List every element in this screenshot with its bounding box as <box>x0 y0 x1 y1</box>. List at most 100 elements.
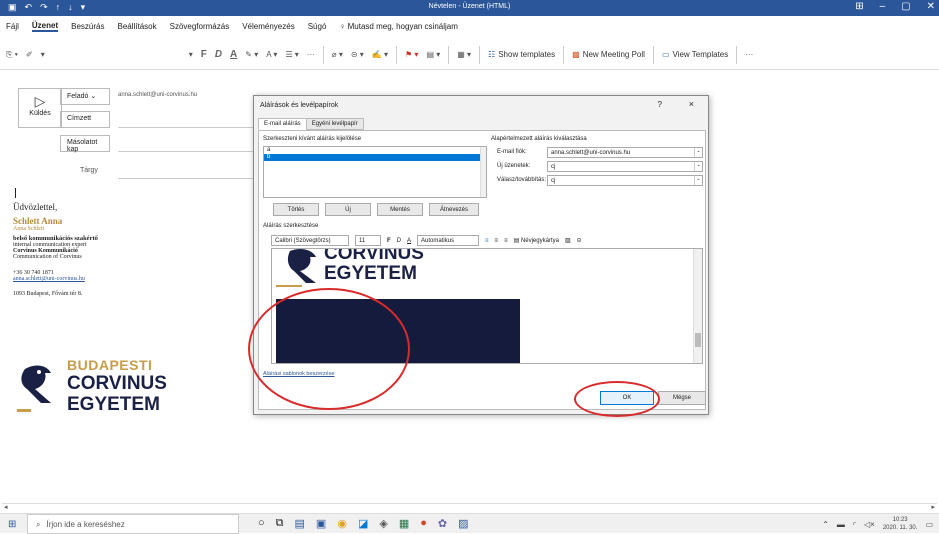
excel-icon[interactable]: ▦ <box>399 517 409 530</box>
raven-icon <box>17 365 51 412</box>
chevron-up-icon[interactable]: ⌃ <box>822 520 829 529</box>
signature-icon[interactable]: ✍ ▾ <box>372 50 388 59</box>
attach-icon[interactable]: ⌀ ▾ <box>332 50 343 59</box>
search-placeholder: Írjon ide a kereséshez <box>46 520 125 529</box>
italic-icon[interactable]: D <box>397 238 401 244</box>
font-select[interactable]: Calibri (Szövegtörzs) <box>271 235 349 246</box>
bold-icon[interactable]: F <box>387 238 391 244</box>
from-button[interactable]: Feladó ⌄ <box>60 88 110 105</box>
ribbon-options-icon[interactable]: ⊞ <box>855 1 863 12</box>
teams-icon[interactable]: ✿ <box>438 517 447 530</box>
scroll-left-icon[interactable]: ◂ <box>4 503 8 511</box>
menu-help[interactable]: Súgó <box>308 22 327 31</box>
paste-icon[interactable]: ⎘ ▾ <box>6 50 18 60</box>
help-button[interactable]: ? <box>658 100 662 109</box>
taskbar-search[interactable]: ⌕ Írjon ide a kereséshez <box>27 514 239 534</box>
align-center-icon[interactable]: ≡ <box>495 238 499 244</box>
default-signature-section: E-mail fiók: anna.schlett@uni-corvinus.h… <box>491 146 703 188</box>
font-name-box[interactable]: ▾ <box>41 50 181 59</box>
bold-icon[interactable]: F <box>201 49 207 60</box>
new-meeting-poll-button[interactable]: ▩ New Meeting Poll <box>572 50 645 59</box>
list-item-selected[interactable]: b <box>264 154 486 161</box>
chevron-down-icon: ⌄ <box>694 162 702 171</box>
new-messages-select[interactable]: cj ⌄ <box>547 161 703 172</box>
list-scrollbar[interactable] <box>480 147 486 197</box>
close-button[interactable]: ✕ <box>927 1 935 12</box>
cc-button[interactable]: Másolatot kap <box>60 135 110 153</box>
rename-button[interactable]: Átnevezés <box>429 203 479 216</box>
dialog-close-button[interactable]: × <box>689 99 694 109</box>
highlight-icon[interactable]: ✎ ▾ <box>245 50 258 59</box>
tab-email-signature[interactable]: E-mail aláírás <box>258 118 307 130</box>
sig-email-link[interactable]: anna.schlett@uni-corvinus.hu <box>13 276 98 282</box>
importance-icon[interactable]: ▤ ▾ <box>426 50 440 59</box>
to-field[interactable] <box>118 127 258 128</box>
menu-format-text[interactable]: Szövegformázás <box>170 22 230 31</box>
dictate-icon[interactable]: ▦ ▾ <box>457 50 471 59</box>
new-button[interactable]: Új <box>325 203 371 216</box>
save-button[interactable]: Mentés <box>377 203 423 216</box>
maximize-button[interactable]: ▢ <box>901 1 910 12</box>
network-icon[interactable]: ◜ <box>853 520 856 529</box>
clock[interactable]: 10:23 2020. 11. 30. <box>883 516 918 532</box>
format-painter-icon[interactable]: ✐ <box>26 50 33 59</box>
font-size-box[interactable]: ▾ <box>189 50 193 59</box>
notifications-icon[interactable]: ▭ <box>925 520 933 529</box>
bullets-icon[interactable]: ☰ ▾ <box>285 50 298 59</box>
underline-icon[interactable]: A <box>230 49 237 60</box>
flag-icon[interactable]: ⚑ ▾ <box>405 50 418 59</box>
task-view-icon[interactable]: ⧉ <box>276 517 284 530</box>
color-select[interactable]: Automatikus <box>417 235 480 246</box>
word-icon[interactable]: ▨ <box>458 517 468 530</box>
show-templates-button[interactable]: ☷ Show templates <box>488 50 555 59</box>
editor-scrollbar[interactable] <box>693 249 702 363</box>
sig-address: 1093 Budapest, Fővám tér 8. <box>13 291 83 297</box>
more-format-icon[interactable]: ··· <box>307 50 315 59</box>
system-tray: ⌃ ▬ ◜ ◁× 10:23 2020. 11. 30. ▭ <box>822 516 933 532</box>
email-account-select[interactable]: anna.schlett@uni-corvinus.hu ⌄ <box>547 147 703 158</box>
font-size-select[interactable]: 11 <box>355 235 381 246</box>
view-templates-button[interactable]: ▭ View Templates <box>662 50 728 59</box>
menu-message[interactable]: Üzenet <box>31 21 59 32</box>
cancel-button[interactable]: Mégse <box>658 391 706 405</box>
app-icon[interactable]: ▤ <box>295 517 305 530</box>
menu-options[interactable]: Beállítások <box>117 22 156 31</box>
menu-review[interactable]: Véleményezés <box>242 22 294 31</box>
scroll-right-icon[interactable]: ▸ <box>931 503 935 511</box>
delete-button[interactable]: Törlés <box>273 203 319 216</box>
powerpoint-icon[interactable]: ● <box>420 517 427 530</box>
store-icon[interactable]: ▣ <box>316 517 326 530</box>
align-right-icon[interactable]: ≡ <box>504 238 508 244</box>
subject-field[interactable] <box>118 178 258 179</box>
align-left-icon[interactable]: ≡ <box>485 238 489 244</box>
insert-link-icon[interactable]: ⊝ <box>577 237 582 244</box>
outlook-icon[interactable]: ◪ <box>358 517 368 530</box>
tell-me-box[interactable]: ♀ Mutasd meg, hogyan csináljam <box>339 22 458 31</box>
windows-start-icon[interactable]: ⊞ <box>8 519 16 530</box>
to-button[interactable]: Címzett <box>60 111 110 128</box>
cortana-icon[interactable]: ○ <box>258 517 265 530</box>
reply-select[interactable]: cj ⌄ <box>547 175 703 186</box>
more-options-button[interactable]: ··· <box>745 50 753 59</box>
italic-icon[interactable]: D <box>215 49 222 60</box>
scrollbar-thumb[interactable] <box>695 333 701 347</box>
minimize-button[interactable]: – <box>880 1 886 12</box>
chrome-icon[interactable]: ◉ <box>337 517 347 530</box>
underline-icon[interactable]: A <box>407 238 411 244</box>
dialog-title: Aláírások és levélpapírok <box>260 102 339 109</box>
menu-file[interactable]: Fájl <box>6 22 19 31</box>
insert-picture-icon[interactable]: ▨ <box>565 237 571 244</box>
font-color-icon[interactable]: A ▾ <box>266 50 277 59</box>
signature-list[interactable]: a b <box>263 146 487 198</box>
menu-insert[interactable]: Beszúrás <box>71 22 104 31</box>
business-card-button[interactable]: ▤ Névjegykártya <box>514 237 559 244</box>
link-icon[interactable]: ⊝ ▾ <box>351 50 364 59</box>
cc-field[interactable] <box>118 151 258 152</box>
tab-stationery[interactable]: Egyéni levélpapír <box>305 118 364 130</box>
send-button[interactable]: ▷ Küldés <box>18 88 62 128</box>
battery-icon[interactable]: ▬ <box>837 520 845 529</box>
app-icon[interactable]: ◈ <box>379 517 387 530</box>
horizontal-scrollbar[interactable]: ◂ ▸ <box>2 503 937 511</box>
volume-icon[interactable]: ◁× <box>864 520 875 529</box>
list-item[interactable]: a <box>264 147 486 154</box>
